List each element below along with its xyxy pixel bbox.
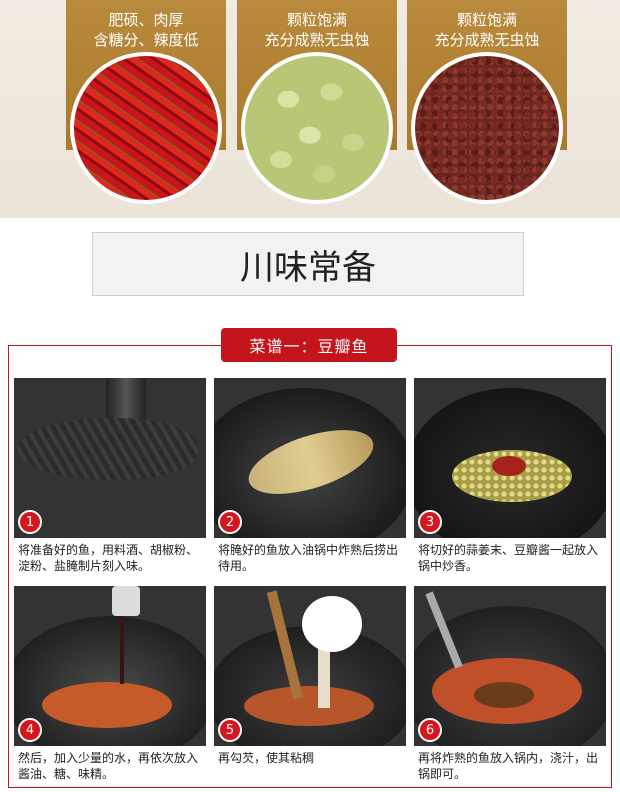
ingredient-disc — [70, 52, 222, 204]
step-number-badge: 4 — [18, 718, 42, 742]
step-photo: 1 — [14, 378, 206, 538]
ingredient-disc — [241, 52, 393, 204]
recipe-step-4: 4 然后，加入少量的水，再依次放入酱油、糖、味精。 — [14, 586, 206, 782]
step-photo: 5 — [214, 586, 406, 746]
ingredient-card-chili: 肥硕、肉厚 含糖分、辣度低 — [66, 0, 226, 210]
bottle-image — [112, 586, 140, 616]
step-photo: 4 — [14, 586, 206, 746]
soy-sauce-stream — [120, 614, 124, 684]
starch-stream — [318, 646, 330, 708]
raw-fish-image — [18, 418, 198, 480]
ingredient-banner: 肥硕、肉厚 含糖分、辣度低 颗粒饱满 充分成熟无虫蚀 颗粒饱满 充分成熟无虫蚀 — [0, 0, 620, 218]
ingredient-caption-line1: 肥硕、肉厚 — [108, 11, 184, 29]
ingredient-caption-line1: 颗粒饱满 — [286, 11, 347, 29]
ingredient-caption: 颗粒饱满 充分成熟无虫蚀 — [407, 10, 567, 50]
fish-in-sauce-image — [474, 682, 534, 708]
step-description: 再将炸熟的鱼放入锅内，浇汁，出锅即可。 — [418, 751, 599, 781]
bean-paste-image — [492, 456, 526, 476]
step-number-badge: 6 — [418, 718, 442, 742]
recipe-step-2: 2 将腌好的鱼放入油锅中炸熟后捞出待用。 — [214, 378, 406, 574]
bowl-image — [302, 596, 362, 652]
step-description: 将切好的蒜姜末、豆瓣酱一起放入锅中炒香。 — [418, 543, 599, 573]
ingredient-caption-line2: 充分成熟无虫蚀 — [264, 31, 370, 49]
ingredient-card-pepper: 颗粒饱满 充分成熟无虫蚀 — [407, 0, 567, 210]
sichuan-pepper-image — [415, 56, 559, 200]
step-description: 将准备好的鱼，用料酒、胡椒粉、淀粉、盐腌制片刻入味。 — [18, 543, 199, 573]
step-description: 将腌好的鱼放入油锅中炸熟后捞出待用。 — [218, 543, 399, 573]
section-title: 川味常备 — [92, 232, 524, 296]
recipe-step-3: 3 将切好的蒜姜末、豆瓣酱一起放入锅中炒香。 — [414, 378, 606, 574]
broad-bean-image — [245, 56, 389, 200]
step-number-badge: 5 — [218, 718, 242, 742]
ingredient-caption-line1: 颗粒饱满 — [456, 11, 517, 29]
step-photo: 2 — [214, 378, 406, 538]
ingredient-caption: 肥硕、肉厚 含糖分、辣度低 — [66, 10, 226, 50]
recipe-step-6: 6 再将炸熟的鱼放入锅内，浇汁，出锅即可。 — [414, 586, 606, 782]
step-photo: 6 — [414, 586, 606, 746]
step-number-badge: 1 — [18, 510, 42, 534]
recipe-step-1: 1 将准备好的鱼，用料酒、胡椒粉、淀粉、盐腌制片刻入味。 — [14, 378, 206, 574]
step-number-badge: 2 — [218, 510, 242, 534]
ingredient-card-bean: 颗粒饱满 充分成熟无虫蚀 — [237, 0, 397, 210]
ingredient-caption-line2: 含糖分、辣度低 — [93, 31, 199, 49]
ingredient-caption-line2: 充分成熟无虫蚀 — [434, 31, 540, 49]
step-description: 再勾芡，使其粘稠 — [218, 751, 315, 765]
step-photo: 3 — [414, 378, 606, 538]
sauce-image — [42, 682, 172, 728]
recipe-step-5: 5 再勾芡，使其粘稠 — [214, 586, 406, 766]
ingredient-caption: 颗粒饱满 充分成熟无虫蚀 — [237, 10, 397, 50]
sauce-image — [244, 686, 374, 726]
step-description: 然后，加入少量的水，再依次放入酱油、糖、味精。 — [18, 751, 199, 781]
ingredient-disc — [411, 52, 563, 204]
red-chili-image — [74, 56, 218, 200]
recipe-label: 菜谱一：豆瓣鱼 — [221, 328, 397, 362]
step-number-badge: 3 — [418, 510, 442, 534]
